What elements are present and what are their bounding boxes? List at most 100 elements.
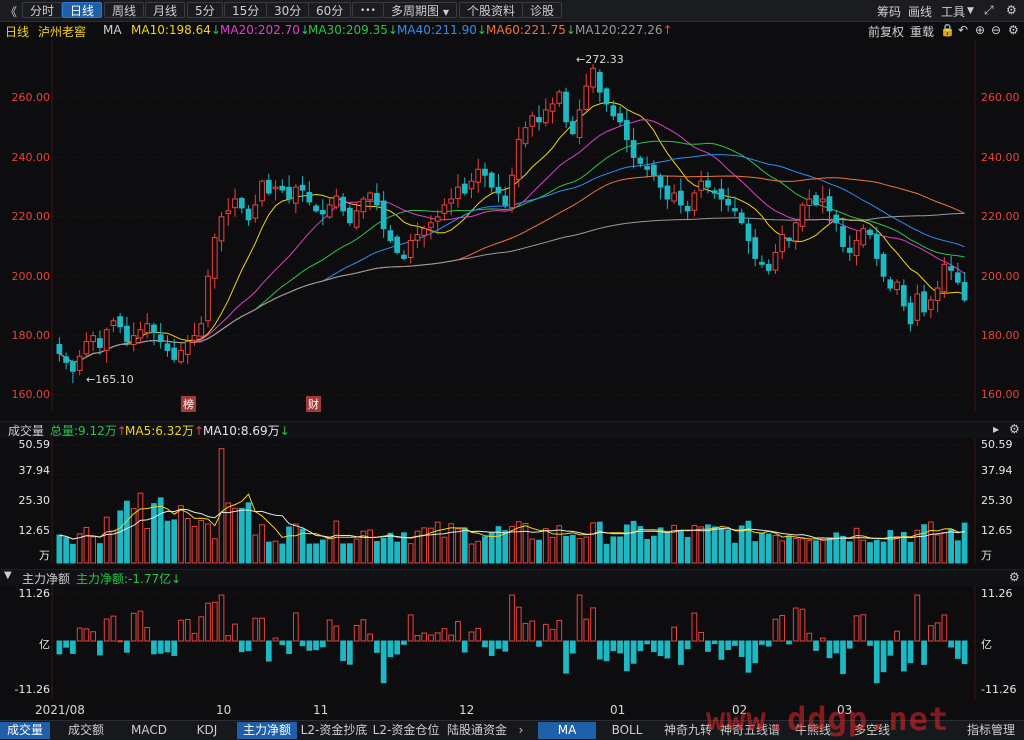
candle-body bbox=[914, 293, 921, 321]
volume-expand-icon[interactable]: ▸ bbox=[993, 422, 999, 436]
tab-l2-position[interactable]: L2-资金仓位 bbox=[371, 722, 441, 739]
flow-bar bbox=[340, 640, 346, 662]
price-tick-right: 240.00 bbox=[981, 151, 1020, 164]
volume-bar bbox=[421, 527, 428, 564]
period-tab-daily[interactable]: 日线 bbox=[62, 2, 103, 18]
volume-bar bbox=[698, 526, 705, 564]
volume-chart[interactable] bbox=[0, 438, 1024, 564]
volume-bar bbox=[840, 535, 846, 564]
flow-bar bbox=[914, 594, 921, 642]
volume-bar bbox=[164, 520, 171, 564]
tab-northbound[interactable]: 陆股通资金 bbox=[444, 722, 510, 739]
period-tab-30min[interactable]: 30分 bbox=[266, 2, 310, 18]
back-icon[interactable]: 《 bbox=[5, 3, 17, 20]
volume-bar bbox=[380, 537, 387, 564]
flow-panel-header: ▼ 主力净额 主力净额:-1.77亿↓ ⚙ bbox=[0, 569, 1024, 586]
ma-indicator-label[interactable]: MA bbox=[103, 23, 122, 37]
candle-body bbox=[691, 192, 698, 211]
flow-bar bbox=[927, 625, 934, 642]
forward-adjust-button[interactable]: 前复权 bbox=[868, 23, 904, 40]
fullscreen-icon[interactable]: ⤢ bbox=[984, 3, 994, 18]
flow-collapse-icon[interactable]: ▼ bbox=[4, 570, 12, 581]
volume-bar bbox=[333, 520, 340, 564]
candle-body bbox=[313, 205, 319, 212]
flow-bar bbox=[678, 640, 684, 665]
volume-bar bbox=[455, 528, 461, 564]
chart-settings-icon[interactable]: ⚙ bbox=[1008, 23, 1019, 37]
candle-body bbox=[495, 186, 502, 194]
flow-bar bbox=[374, 640, 380, 653]
volume-title[interactable]: 成交量 bbox=[8, 422, 44, 439]
price-tick-left: 180.00 bbox=[11, 329, 51, 342]
candle-body bbox=[529, 115, 536, 127]
candle-body bbox=[549, 103, 556, 112]
settings-icon[interactable]: ⚙ bbox=[1006, 3, 1017, 17]
diagnose-button[interactable]: 诊股 bbox=[522, 2, 563, 18]
date-label: 01 bbox=[610, 703, 626, 717]
tab-macd[interactable]: MACD bbox=[120, 722, 178, 739]
flow-unit-left: 亿 bbox=[39, 638, 50, 651]
flow-bar bbox=[279, 640, 286, 646]
volume-bar bbox=[482, 536, 488, 564]
volume-settings-icon[interactable]: ⚙ bbox=[1009, 422, 1020, 436]
period-tab-monthly[interactable]: 月线 bbox=[145, 2, 186, 18]
candle-body bbox=[846, 247, 853, 253]
stock-info-button[interactable]: 个股资料 bbox=[459, 2, 524, 18]
period-tab-15min[interactable]: 15分 bbox=[224, 2, 268, 18]
tab-scroll-right-icon[interactable]: › bbox=[514, 722, 528, 739]
ma10-line bbox=[59, 101, 965, 363]
flow-bar bbox=[698, 631, 705, 642]
candle-body bbox=[853, 240, 860, 257]
tab-volume[interactable]: 成交量 bbox=[0, 722, 50, 739]
tab-l2-bottom-fishing[interactable]: L2-资金抄底 bbox=[299, 722, 369, 739]
flow-bar bbox=[110, 615, 117, 642]
event-marker-rank[interactable]: 榜 bbox=[181, 396, 196, 412]
flow-title[interactable]: 主力净额 bbox=[22, 570, 70, 587]
flow-settings-icon[interactable]: ⚙ bbox=[1009, 570, 1020, 584]
tools-button[interactable]: 工具 bbox=[941, 3, 965, 20]
period-tab-5min[interactable]: 5分 bbox=[187, 2, 223, 18]
volume-bar bbox=[813, 540, 819, 564]
volume-bar bbox=[306, 543, 313, 564]
volume-bar bbox=[590, 522, 596, 564]
lock-icon[interactable]: 🔒 bbox=[940, 23, 955, 37]
undo-icon[interactable]: ↶ bbox=[958, 23, 968, 37]
volume-bar bbox=[806, 539, 813, 564]
candle-body bbox=[90, 335, 97, 343]
zoom-out-icon[interactable]: ⊖ bbox=[991, 23, 1001, 37]
flow-bar bbox=[576, 594, 583, 642]
candle-body bbox=[218, 216, 225, 242]
volume-bar bbox=[292, 523, 299, 564]
volume-bar bbox=[279, 543, 286, 564]
date-label: 10 bbox=[216, 703, 232, 717]
overlay-button[interactable]: 重载 bbox=[910, 23, 934, 40]
volume-bar bbox=[934, 534, 941, 564]
chips-button[interactable]: 筹码 bbox=[877, 3, 901, 20]
volume-bar bbox=[867, 542, 873, 564]
period-tab-60min[interactable]: 60分 bbox=[308, 2, 352, 18]
flow-bar bbox=[644, 640, 650, 645]
main-flow-chart[interactable] bbox=[0, 586, 1024, 700]
event-marker-finance[interactable]: 财 bbox=[306, 396, 321, 412]
candle-body bbox=[441, 204, 448, 214]
period-tab-weekly[interactable]: 周线 bbox=[104, 2, 145, 18]
candle-body bbox=[157, 334, 164, 343]
tab-main-flow[interactable]: 主力净额 bbox=[237, 722, 297, 739]
period-tab-fenshi[interactable]: 分时 bbox=[22, 2, 63, 18]
tab-kdj[interactable]: KDJ bbox=[182, 722, 232, 739]
candlestick-chart[interactable] bbox=[0, 40, 1024, 412]
volume-bar bbox=[124, 500, 130, 564]
more-periods-button[interactable]: ••• bbox=[352, 2, 384, 18]
volume-bar bbox=[536, 539, 542, 564]
multi-period-button[interactable]: 多周期图 ▼ bbox=[383, 2, 457, 18]
flow-bar bbox=[319, 640, 326, 648]
zoom-in-icon[interactable]: ⊕ bbox=[975, 23, 985, 37]
tab-turnover[interactable]: 成交额 bbox=[56, 722, 116, 739]
draw-line-button[interactable]: 画线 bbox=[908, 3, 932, 20]
tab-indicator-manage[interactable]: 指标管理 bbox=[960, 722, 1022, 739]
volume-bar bbox=[725, 529, 732, 564]
tab-ma[interactable]: MA bbox=[538, 722, 596, 739]
tab-boll[interactable]: BOLL bbox=[598, 722, 656, 739]
volume-bar bbox=[556, 525, 563, 564]
candle-body bbox=[617, 113, 623, 123]
